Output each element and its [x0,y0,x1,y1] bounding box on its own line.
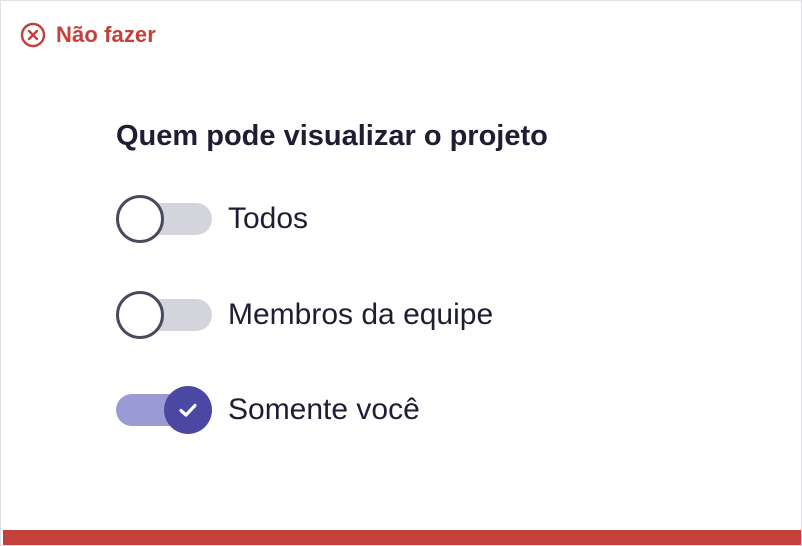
option-todos: Todos [116,195,308,243]
toggle-todos[interactable] [116,195,212,243]
section-title: Quem pode visualizar o projeto [116,120,548,152]
option-label-membros-da-equipe: Membros da equipe [228,298,494,331]
toggle-knob [116,291,164,339]
option-label-somente-voce: Somente você [228,393,420,426]
toggle-membros-da-equipe[interactable] [116,291,212,339]
dont-do-label: Não fazer [56,22,156,47]
toggle-knob [164,386,212,434]
toggle-somente-voce[interactable] [116,386,212,434]
card-frame [0,0,802,546]
option-membros-da-equipe: Membros da equipe [116,291,493,339]
dont-do-header: Não fazer [20,22,156,48]
option-label-todos: Todos [228,202,309,235]
close-circle-icon [20,22,46,48]
option-somente-voce: Somente você [116,386,420,434]
toggle-knob [116,195,164,243]
check-icon [176,398,200,422]
dont-do-indicator-bar [3,530,801,545]
